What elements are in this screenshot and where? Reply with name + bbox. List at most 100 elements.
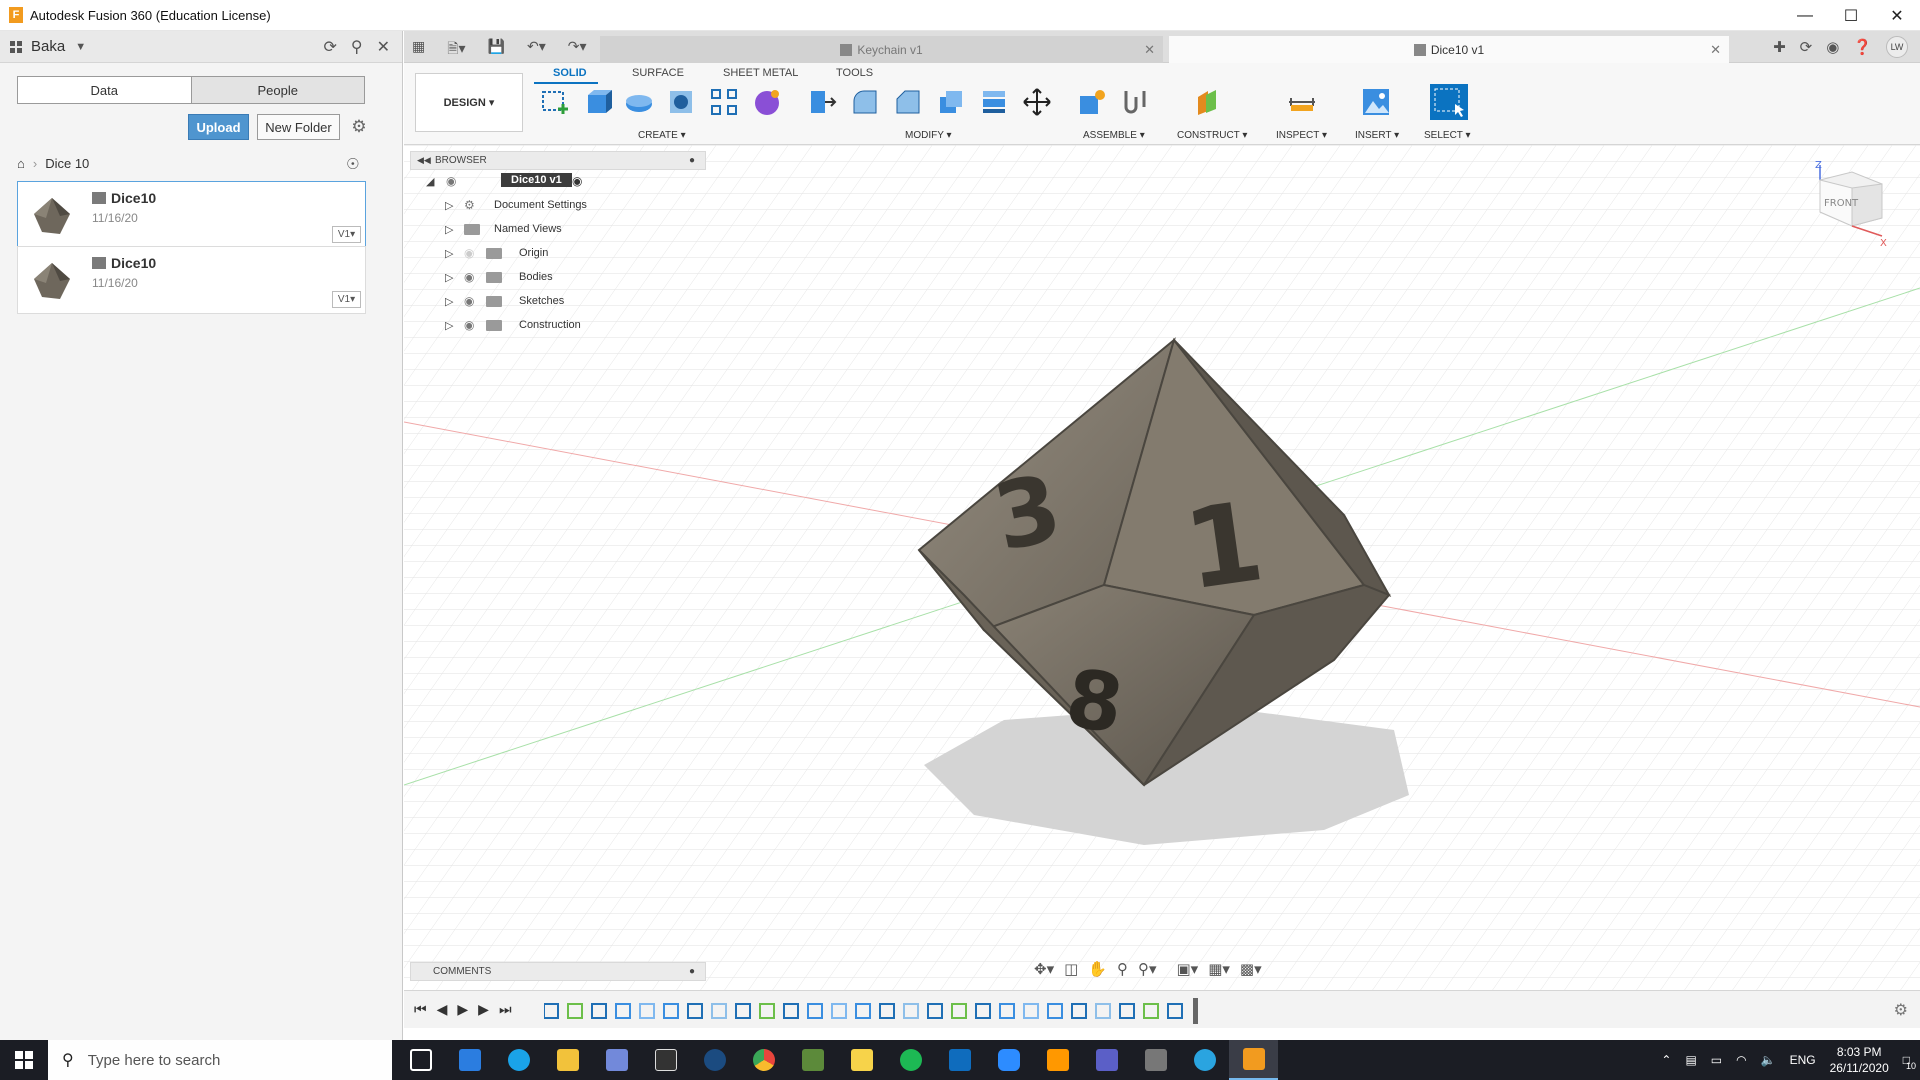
workspace-switcher[interactable]: DESIGN ▾ bbox=[415, 73, 523, 132]
timeline-feature-icon[interactable] bbox=[783, 1003, 799, 1019]
visibility-eye-icon[interactable]: ◉ bbox=[464, 270, 474, 284]
tab-keychain[interactable]: Keychain v1 ✕ bbox=[600, 36, 1163, 63]
globe-icon[interactable]: ☉ bbox=[346, 155, 359, 173]
upload-button[interactable]: Upload bbox=[188, 114, 249, 140]
timeline-feature-icon[interactable] bbox=[639, 1003, 655, 1019]
file-menu-icon[interactable]: 🗎▾ bbox=[447, 38, 465, 62]
combine-icon[interactable] bbox=[979, 87, 1009, 117]
browser-node-label[interactable]: Bodies bbox=[519, 271, 553, 283]
timeline-features[interactable] bbox=[544, 998, 1204, 1024]
version-dropdown[interactable]: V1 ▾ bbox=[332, 226, 361, 243]
timeline-feature-icon[interactable] bbox=[615, 1003, 631, 1019]
pattern-icon[interactable] bbox=[709, 87, 739, 117]
root-component-label[interactable]: Dice10 v1 bbox=[501, 173, 572, 187]
pan-icon[interactable]: ✋ bbox=[1088, 960, 1107, 978]
timeline-feature-icon[interactable] bbox=[1167, 1003, 1183, 1019]
chevron-down-icon[interactable]: ▼ bbox=[75, 41, 86, 53]
timeline-feature-icon[interactable] bbox=[567, 1003, 583, 1019]
expand-tree-icon[interactable]: ▷ bbox=[445, 247, 453, 260]
timeline-feature-icon[interactable] bbox=[1047, 1003, 1063, 1019]
browser-pin-icon[interactable]: ● bbox=[689, 155, 695, 166]
timeline-feature-icon[interactable] bbox=[759, 1003, 775, 1019]
timeline-settings-gear-icon[interactable]: ⚙ bbox=[1894, 1000, 1908, 1020]
collapse-tree-icon[interactable]: ◢ bbox=[426, 175, 434, 188]
chamfer-icon[interactable] bbox=[893, 87, 923, 117]
tab-people[interactable]: People bbox=[190, 77, 364, 103]
home-icon[interactable]: ⌂ bbox=[17, 156, 25, 171]
browser-node-label[interactable]: Named Views bbox=[494, 223, 562, 235]
timeline-feature-icon[interactable] bbox=[544, 1003, 559, 1019]
notification-center-icon[interactable]: □ 10 bbox=[1903, 1053, 1916, 1071]
job-status-icon[interactable]: ⟳ bbox=[1800, 38, 1813, 56]
timeline-feature-icon[interactable] bbox=[951, 1003, 967, 1019]
clock[interactable]: 8:03 PM 26/11/2020 bbox=[1830, 1044, 1889, 1076]
timeline-feature-icon[interactable] bbox=[687, 1003, 703, 1019]
timeline-feature-icon[interactable] bbox=[1095, 1003, 1111, 1019]
spotify-app-icon[interactable] bbox=[886, 1040, 935, 1080]
tab-surface[interactable]: SURFACE bbox=[632, 67, 684, 79]
close-panel-icon[interactable]: ✕ bbox=[377, 37, 390, 57]
timeline-feature-icon[interactable] bbox=[663, 1003, 679, 1019]
step-forward-icon[interactable]: ▶ bbox=[478, 1001, 489, 1018]
wifi-icon[interactable]: ◠ bbox=[1736, 1053, 1746, 1067]
tab-solid[interactable]: SOLID bbox=[553, 67, 587, 79]
new-tab-icon[interactable]: ✚ bbox=[1773, 38, 1786, 56]
expand-tree-icon[interactable]: ▷ bbox=[445, 223, 453, 236]
offset-plane-icon[interactable] bbox=[1192, 87, 1222, 117]
timeline-feature-icon[interactable] bbox=[807, 1003, 823, 1019]
browser-node-origin[interactable]: ▷ ◉ Origin bbox=[410, 242, 706, 266]
browser-node-label[interactable]: Document Settings bbox=[494, 199, 587, 211]
browser-node-construction[interactable]: ▷ ◉ Construction bbox=[410, 314, 706, 338]
fusion-360-taskbar-icon[interactable] bbox=[1229, 1040, 1278, 1080]
zoom-app-icon[interactable] bbox=[984, 1040, 1033, 1080]
grid-settings-icon[interactable]: ▦▾ bbox=[1208, 960, 1230, 978]
close-tab-icon[interactable]: ✕ bbox=[1710, 42, 1721, 58]
press-pull-icon[interactable] bbox=[807, 87, 837, 117]
select-tool-icon[interactable] bbox=[1430, 84, 1468, 120]
close-tab-icon[interactable]: ✕ bbox=[1144, 42, 1155, 58]
step-back-icon[interactable]: ◀ bbox=[437, 1001, 448, 1018]
file-card[interactable]: Dice10 11/16/20 V1 ▾ bbox=[17, 246, 366, 314]
insert-image-icon[interactable] bbox=[1361, 87, 1391, 117]
epic-games-icon[interactable] bbox=[641, 1040, 690, 1080]
timeline-feature-icon[interactable] bbox=[1023, 1003, 1039, 1019]
save-icon[interactable]: 💾 bbox=[488, 38, 505, 62]
collapse-browser-icon[interactable]: ◀◀ bbox=[417, 155, 431, 166]
undo-icon[interactable]: ↶▾ bbox=[527, 38, 546, 62]
minecraft-app-icon[interactable] bbox=[788, 1040, 837, 1080]
revolve-icon[interactable] bbox=[624, 87, 654, 117]
fit-icon[interactable]: ⚲▾ bbox=[1138, 960, 1157, 978]
taskbar-search[interactable]: ⚲ Type here to search bbox=[48, 1040, 392, 1080]
search-icon[interactable]: ⚲ bbox=[351, 37, 363, 57]
modify-menu[interactable]: MODIFY ▾ bbox=[905, 130, 952, 141]
redo-icon[interactable]: ↷▾ bbox=[568, 38, 587, 62]
timeline-feature-icon[interactable] bbox=[855, 1003, 871, 1019]
file-explorer-icon[interactable] bbox=[543, 1040, 592, 1080]
sublime-text-icon[interactable] bbox=[1033, 1040, 1082, 1080]
tab-dice10[interactable]: Dice10 v1 ✕ bbox=[1169, 36, 1729, 63]
browser-node-sketches[interactable]: ▷ ◉ Sketches bbox=[410, 290, 706, 314]
add-comment-icon[interactable]: ● bbox=[689, 966, 695, 977]
inspect-menu[interactable]: INSPECT ▾ bbox=[1276, 130, 1327, 141]
timeline-feature-icon[interactable] bbox=[831, 1003, 847, 1019]
discord-app-icon[interactable] bbox=[592, 1040, 641, 1080]
browser-node-bodies[interactable]: ▷ ◉ Bodies bbox=[410, 266, 706, 290]
team-name[interactable]: Baka bbox=[31, 38, 65, 55]
battery-icon[interactable]: ▭ bbox=[1711, 1053, 1722, 1067]
help-icon[interactable]: ❓ bbox=[1853, 38, 1872, 56]
close-window-button[interactable]: ✕ bbox=[1874, 0, 1920, 31]
view-cube[interactable]: Z FRONT X bbox=[1812, 160, 1892, 250]
fillet-icon[interactable] bbox=[850, 87, 880, 117]
move-copy-icon[interactable] bbox=[1022, 87, 1052, 117]
expand-tree-icon[interactable]: ▷ bbox=[445, 271, 453, 284]
breadcrumb-folder[interactable]: Dice 10 bbox=[45, 156, 89, 171]
ccleaner-app-icon[interactable] bbox=[1180, 1040, 1229, 1080]
timeline-feature-icon[interactable] bbox=[927, 1003, 943, 1019]
tab-tools[interactable]: TOOLS bbox=[836, 67, 873, 79]
display-settings-icon[interactable]: ▣▾ bbox=[1177, 960, 1199, 978]
new-folder-button[interactable]: New Folder bbox=[257, 114, 340, 140]
apps-grid-icon[interactable]: ▦ bbox=[412, 38, 425, 62]
refresh-icon[interactable]: ⟳ bbox=[323, 37, 336, 57]
view-cube-front-face[interactable]: FRONT bbox=[1824, 198, 1859, 209]
team-grid-icon[interactable] bbox=[10, 40, 24, 53]
